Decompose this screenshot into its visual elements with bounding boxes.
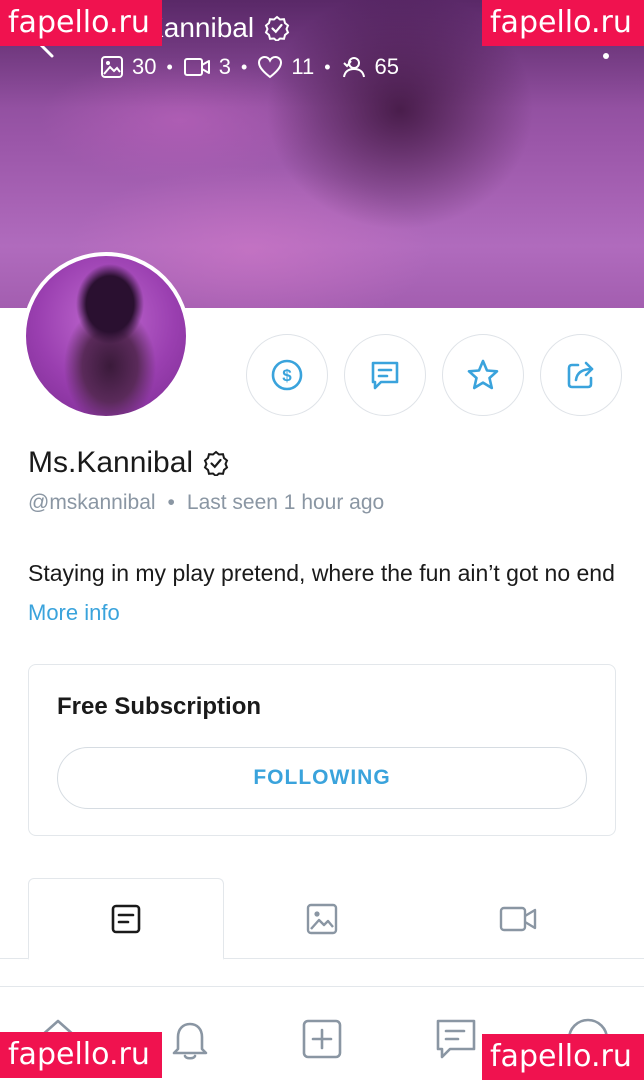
verified-badge-icon bbox=[264, 15, 290, 41]
watermark-bottom-left: fapello.ru bbox=[0, 1032, 162, 1078]
tab-photos[interactable] bbox=[224, 878, 420, 960]
stat-videos: 3 bbox=[183, 54, 231, 80]
video-icon bbox=[183, 58, 210, 76]
profile-handle: @mskannibal bbox=[28, 491, 156, 514]
nav-new-post[interactable] bbox=[298, 1015, 346, 1063]
posts-icon bbox=[111, 904, 141, 933]
stat-photos: 30 bbox=[100, 54, 156, 80]
svg-text:$: $ bbox=[282, 366, 292, 385]
avatar[interactable] bbox=[22, 252, 190, 420]
message-icon bbox=[436, 1019, 476, 1059]
tab-posts[interactable] bbox=[28, 878, 224, 960]
profile-meta: @mskannibal • Last seen 1 hour ago bbox=[28, 491, 384, 515]
tip-button[interactable]: $ bbox=[246, 334, 328, 416]
stat-photos-count: 30 bbox=[132, 54, 157, 79]
watermark-top-left: fapello.ru bbox=[0, 0, 162, 46]
profile-name: Ms.Kannibal bbox=[28, 446, 229, 480]
subscription-card: Free Subscription FOLLOWING bbox=[28, 664, 616, 836]
following-button[interactable]: FOLLOWING bbox=[57, 747, 587, 809]
watermark-bottom-right: fapello.ru bbox=[482, 1034, 644, 1080]
stat-videos-count: 3 bbox=[218, 54, 232, 79]
add-icon bbox=[302, 1019, 342, 1059]
last-seen: Last seen 1 hour ago bbox=[186, 491, 385, 514]
image-icon bbox=[306, 903, 338, 935]
star-icon bbox=[467, 359, 499, 390]
message-button[interactable] bbox=[344, 334, 426, 416]
share-button[interactable] bbox=[540, 334, 622, 416]
verified-badge-icon bbox=[203, 450, 229, 476]
video-icon bbox=[499, 906, 537, 932]
dollar-icon: $ bbox=[271, 359, 303, 391]
favorite-button[interactable] bbox=[442, 334, 524, 416]
stat-fans: 65 bbox=[341, 54, 399, 80]
profile-name-text: Ms.Kannibal bbox=[28, 446, 194, 479]
tab-videos[interactable] bbox=[420, 878, 616, 960]
stat-likes-count: 11 bbox=[291, 54, 315, 79]
heart-icon bbox=[258, 55, 283, 79]
nav-notifications[interactable] bbox=[166, 1015, 214, 1063]
watermark-top-right: fapello.ru bbox=[482, 0, 644, 46]
header-stats: 30 • 3 • 11 • 65 bbox=[100, 54, 399, 80]
bell-icon bbox=[172, 1022, 208, 1060]
share-icon bbox=[567, 361, 594, 389]
more-info-link[interactable]: More info bbox=[28, 600, 120, 626]
stat-fans-count: 65 bbox=[374, 54, 399, 79]
stat-likes: 11 bbox=[257, 54, 314, 80]
meta-separator: • bbox=[167, 491, 175, 514]
profile-actions: $ bbox=[246, 334, 622, 416]
nav-messages[interactable] bbox=[432, 1015, 480, 1063]
message-icon bbox=[371, 361, 399, 390]
fans-icon bbox=[342, 57, 365, 78]
profile-bio: Staying in my play pretend, where the fu… bbox=[28, 560, 615, 586]
subscription-title: Free Subscription bbox=[57, 693, 262, 720]
image-icon bbox=[101, 56, 123, 78]
